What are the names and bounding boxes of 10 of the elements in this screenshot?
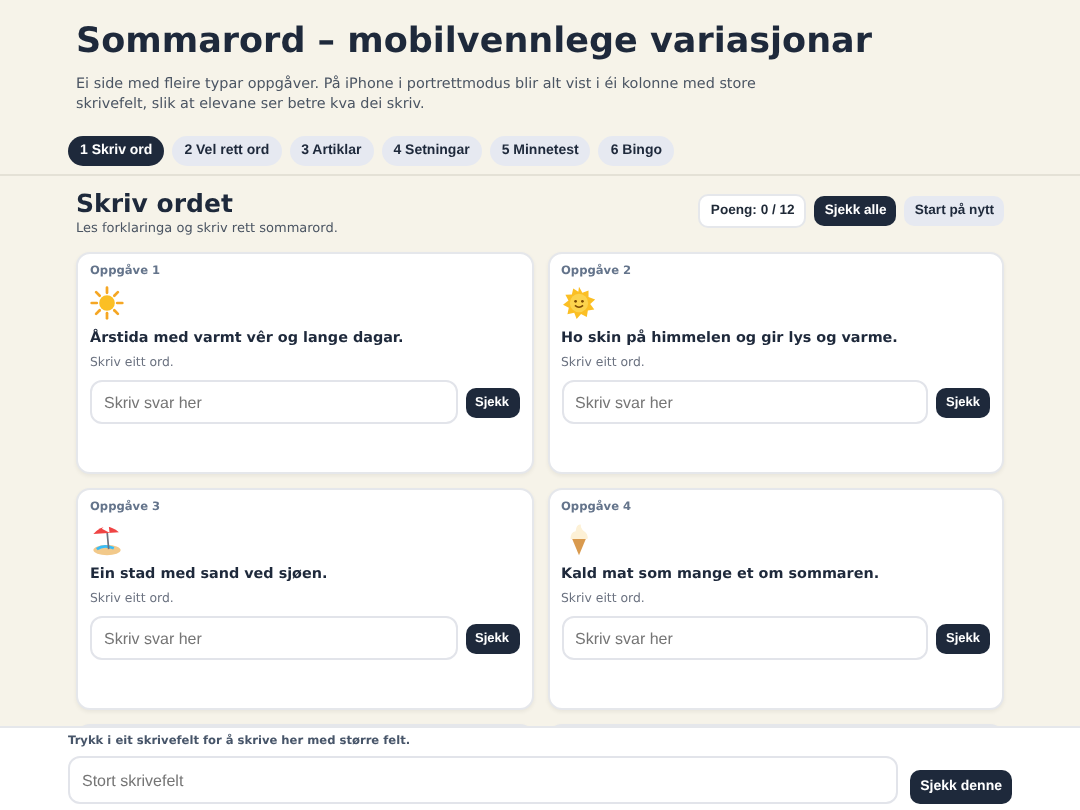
beach-umbrella-icon [90, 522, 124, 556]
section-title: Skriv ordet [76, 188, 235, 218]
smiling-sun-icon [561, 286, 595, 320]
large-input-field[interactable]: Stort skrivefelt [68, 756, 899, 804]
answer-field[interactable]: Skriv svar her [561, 380, 928, 424]
sun-icon [90, 286, 124, 320]
answer-field[interactable]: Skriv svar her [90, 616, 457, 660]
answer-field[interactable]: Skriv svar her [561, 616, 928, 660]
answer-field[interactable]: Skriv svar her [90, 380, 457, 424]
page-title: Sommarord – mobilvennlege variasjonar [76, 20, 874, 62]
